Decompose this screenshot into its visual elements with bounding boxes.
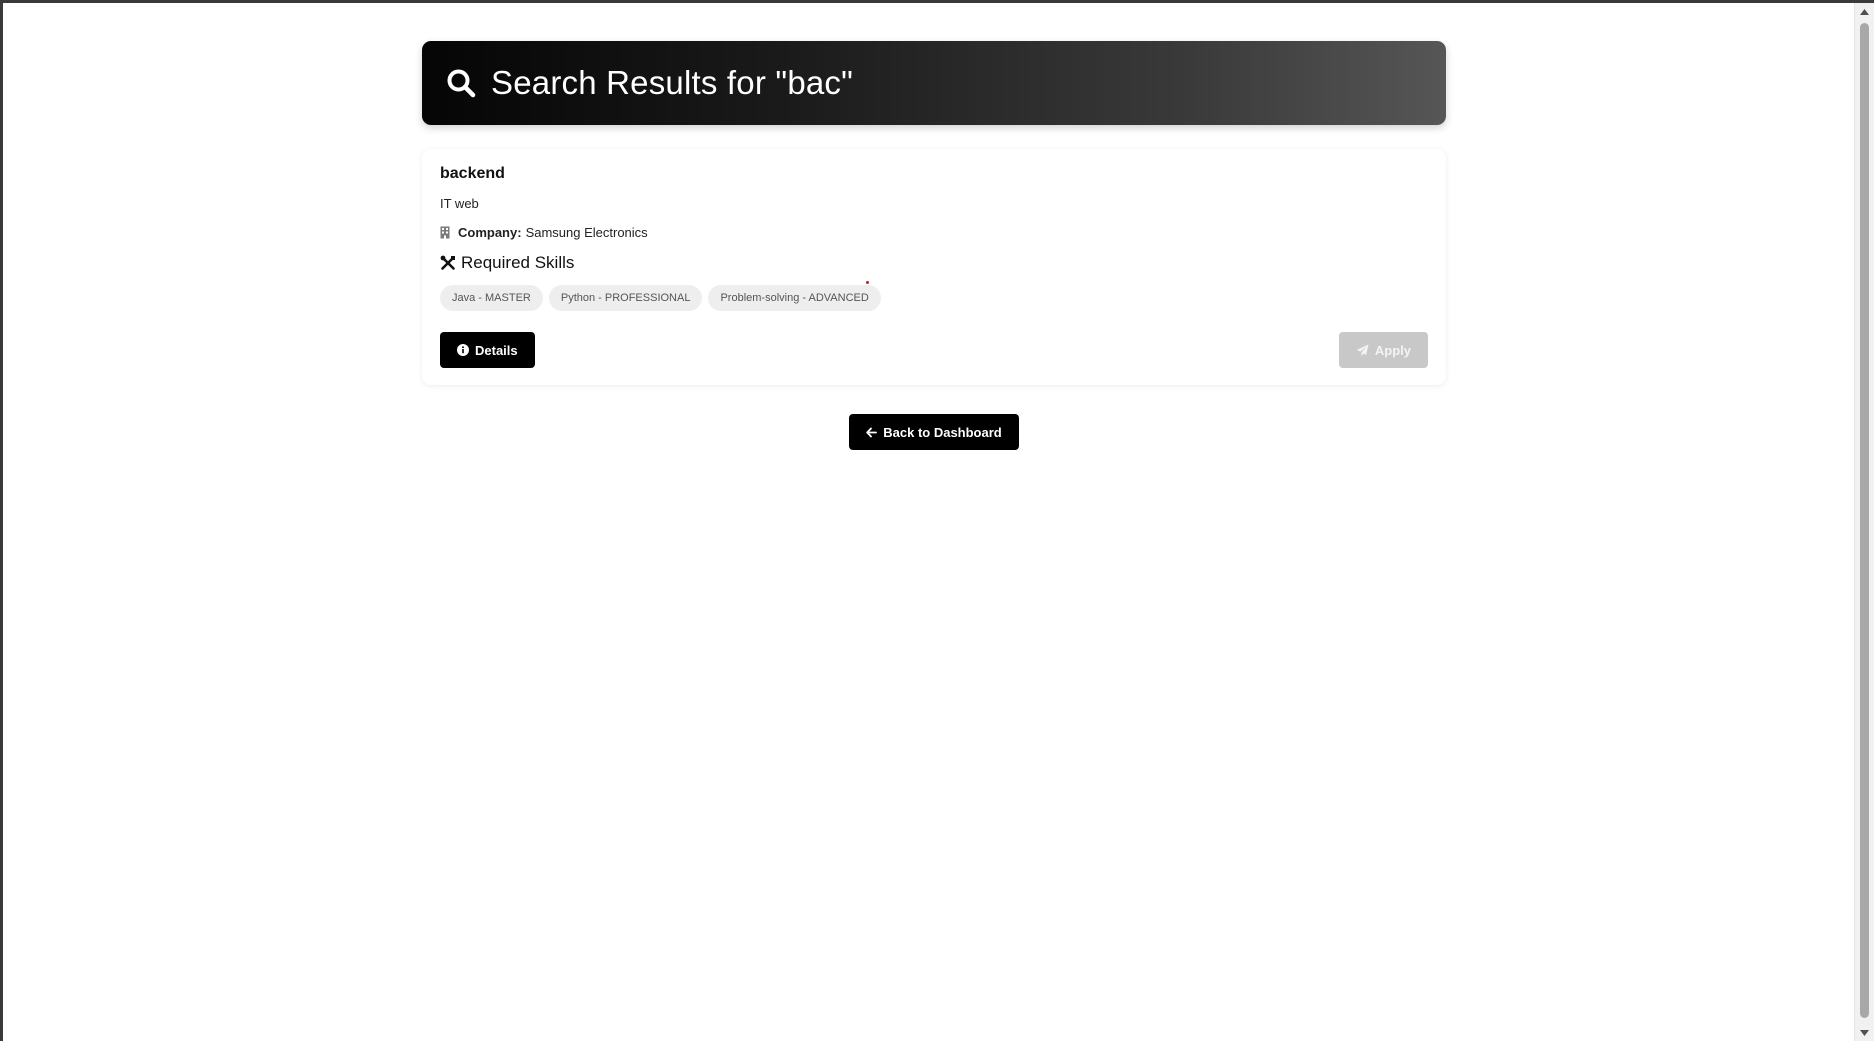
- page-viewport: Search Results for "bac" backend IT web …: [0, 0, 1874, 1041]
- job-title: backend: [440, 165, 505, 182]
- apply-button[interactable]: Apply: [1338, 332, 1428, 368]
- apply-button-label: Apply: [1374, 342, 1411, 358]
- company-name: Samsung Electronics: [525, 225, 648, 240]
- details-button[interactable]: Details: [440, 332, 535, 368]
- scroll-up-icon[interactable]: [1855, 3, 1874, 20]
- main-container: Search Results for "bac" backend IT web …: [422, 41, 1446, 450]
- red-dot-marker: [866, 281, 869, 284]
- scrollbar-thumb[interactable]: [1860, 23, 1869, 1018]
- back-to-dashboard-button[interactable]: Back to Dashboard: [849, 414, 1019, 450]
- building-icon: [440, 226, 452, 240]
- back-button-label: Back to Dashboard: [883, 424, 1002, 440]
- skill-pill: Python - PROFESSIONAL: [548, 285, 703, 311]
- back-wrapper: Back to Dashboard: [422, 414, 1446, 450]
- page-title: Search Results for "bac": [491, 64, 854, 101]
- info-icon: [457, 344, 469, 356]
- vertical-scrollbar[interactable]: [1854, 3, 1874, 1041]
- company-row: Company: Samsung Electronics: [440, 225, 1428, 240]
- search-icon: [445, 67, 477, 99]
- search-results-header: Search Results for "bac": [422, 41, 1446, 125]
- skills-heading: Required Skills: [440, 253, 1428, 273]
- skill-pill: Problem-solving - ADVANCED: [708, 285, 881, 311]
- card-actions: Details Apply: [440, 332, 1428, 368]
- skills-heading-label: Required Skills: [461, 253, 575, 272]
- scroll-down-icon[interactable]: [1855, 1024, 1874, 1041]
- company-label: Company:: [458, 225, 522, 240]
- tools-icon: [440, 255, 456, 271]
- job-result-card: backend IT web Company: Samsung Electron…: [422, 149, 1446, 385]
- paper-plane-icon: [1356, 344, 1369, 357]
- details-button-label: Details: [475, 342, 518, 358]
- skill-pill: Java - MASTER: [440, 285, 543, 311]
- job-description: IT web: [440, 196, 479, 211]
- arrow-left-icon: [866, 427, 878, 438]
- skills-list: Java - MASTER Python - PROFESSIONAL Prob…: [440, 285, 1428, 311]
